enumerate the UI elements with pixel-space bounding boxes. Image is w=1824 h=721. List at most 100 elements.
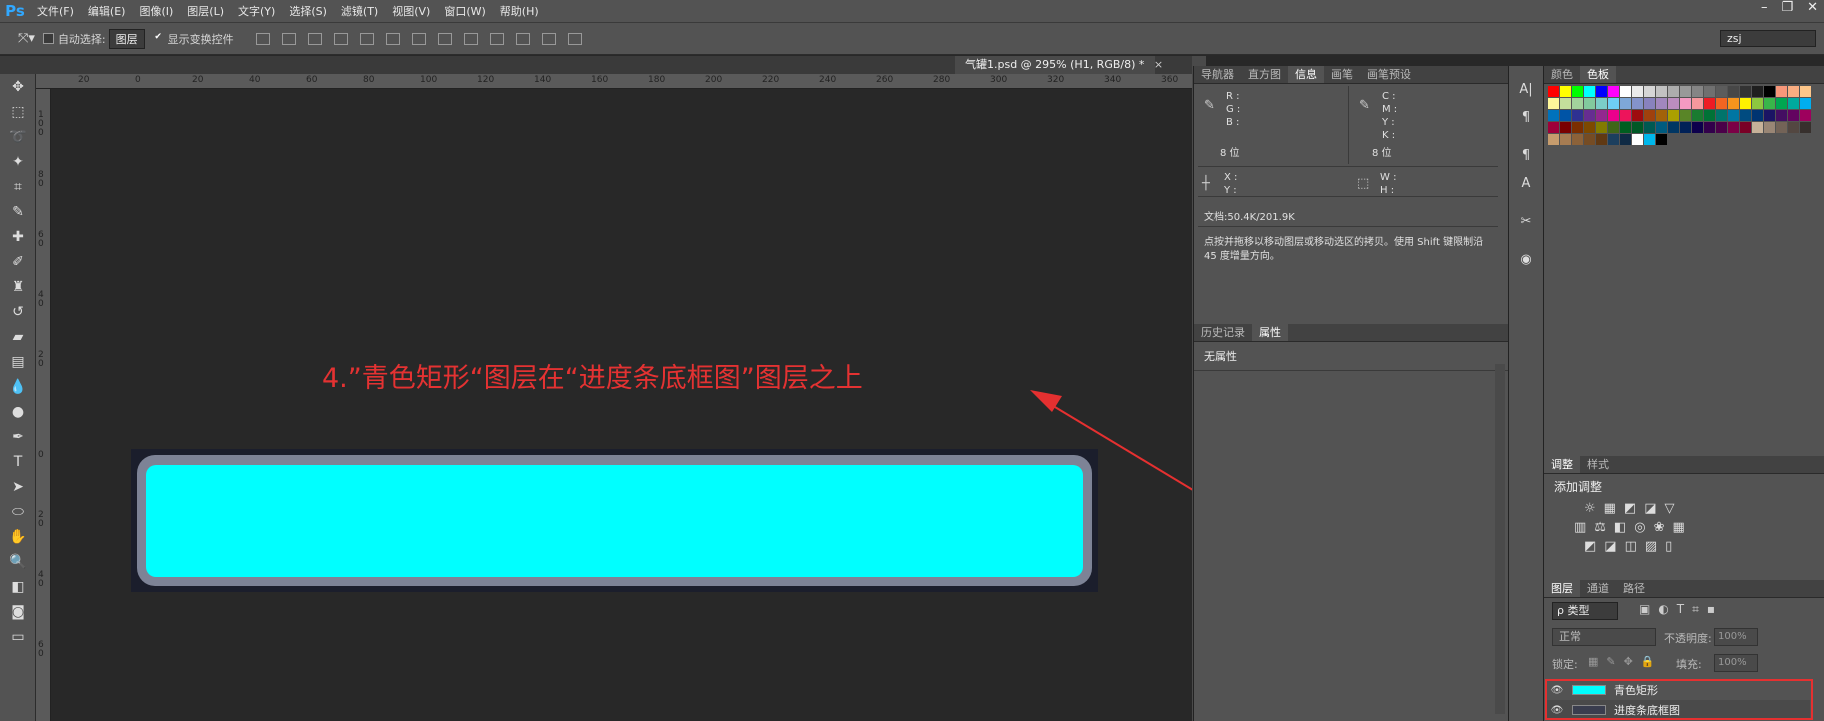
color-swatch[interactable] [1584,110,1595,121]
color-swatch[interactable] [1596,98,1607,109]
color-swatch[interactable] [1764,110,1775,121]
color-swatch[interactable] [1788,86,1799,97]
color-swatch[interactable] [1560,122,1571,133]
color-swatch[interactable] [1680,86,1691,97]
color-swatch[interactable] [1788,98,1799,109]
tab-paths[interactable]: 路径 [1616,580,1652,597]
tab-navigator[interactable]: 导航器 [1194,66,1241,83]
tab-swatches[interactable]: 色板 [1580,66,1616,83]
color-swatch[interactable] [1620,122,1631,133]
layer-filter-select[interactable]: ρ 类型 [1552,602,1618,620]
tab-history[interactable]: 历史记录 [1194,324,1252,341]
color-swatch[interactable] [1644,122,1655,133]
tab-styles[interactable]: 样式 [1580,456,1616,473]
color-swatch[interactable] [1752,86,1763,97]
color-swatch[interactable] [1560,110,1571,121]
color-swatch[interactable] [1620,110,1631,121]
color-swatch[interactable] [1632,122,1643,133]
color-swatch[interactable] [1668,110,1679,121]
color-swatch[interactable] [1692,110,1703,121]
color-swatch[interactable] [1752,110,1763,121]
color-swatch[interactable] [1632,110,1643,121]
color-swatch[interactable] [1776,86,1787,97]
plugin-ku-icon[interactable]: ◉ [1512,248,1540,272]
color-swatch[interactable] [1608,86,1619,97]
color-swatch[interactable] [1596,134,1607,145]
color-swatch[interactable] [1800,98,1811,109]
tab-channels[interactable]: 通道 [1580,580,1616,597]
tab-brush-presets[interactable]: 画笔预设 [1360,66,1418,83]
blend-mode-select[interactable]: 正常 [1552,628,1656,646]
color-swatch[interactable] [1644,134,1655,145]
color-swatch[interactable] [1704,86,1715,97]
layer-filter-icons[interactable]: ▣◐T⌗▪ [1639,602,1723,617]
color-swatch[interactable] [1644,110,1655,121]
color-swatch[interactable] [1644,98,1655,109]
tab-histogram[interactable]: 直方图 [1241,66,1288,83]
color-swatch[interactable] [1740,122,1751,133]
tab-color[interactable]: 颜色 [1544,66,1580,83]
color-swatch[interactable] [1776,98,1787,109]
color-swatch[interactable] [1656,122,1667,133]
color-swatch[interactable] [1740,110,1751,121]
color-swatch[interactable] [1740,86,1751,97]
color-swatch[interactable] [1560,86,1571,97]
color-swatch[interactable] [1716,122,1727,133]
color-swatch[interactable] [1668,122,1679,133]
color-swatch[interactable] [1596,122,1607,133]
swatch-grid[interactable] [1548,86,1818,146]
color-swatch[interactable] [1548,134,1559,145]
color-swatch[interactable] [1632,86,1643,97]
color-swatch[interactable] [1800,110,1811,121]
color-swatch[interactable] [1656,134,1667,145]
color-swatch[interactable] [1632,98,1643,109]
color-swatch[interactable] [1764,86,1775,97]
color-swatch[interactable] [1548,122,1559,133]
color-swatch[interactable] [1728,110,1739,121]
color-swatch[interactable] [1704,122,1715,133]
color-swatch[interactable] [1572,98,1583,109]
color-swatch[interactable] [1656,98,1667,109]
color-swatch[interactable] [1620,134,1631,145]
tab-brush[interactable]: 画笔 [1324,66,1360,83]
color-swatch[interactable] [1704,98,1715,109]
lock-icons[interactable]: ▦✎✥🔒 [1588,655,1663,668]
color-swatch[interactable] [1728,86,1739,97]
color-swatch[interactable] [1752,122,1763,133]
color-swatch[interactable] [1608,122,1619,133]
color-swatch[interactable] [1608,110,1619,121]
color-swatch[interactable] [1596,110,1607,121]
color-swatch[interactable] [1572,110,1583,121]
color-swatch[interactable] [1716,98,1727,109]
color-swatch[interactable] [1572,134,1583,145]
character-panel-icon[interactable]: A| [1512,78,1540,102]
color-swatch[interactable] [1584,98,1595,109]
properties-scrollbar[interactable] [1495,364,1505,714]
color-swatch[interactable] [1656,86,1667,97]
color-swatch[interactable] [1704,110,1715,121]
color-swatch[interactable] [1740,98,1751,109]
color-swatch[interactable] [1572,122,1583,133]
color-swatch[interactable] [1788,122,1799,133]
color-swatch[interactable] [1572,86,1583,97]
paragraph-styles-icon[interactable]: ¶ [1512,144,1540,168]
color-swatch[interactable] [1800,122,1811,133]
color-swatch[interactable] [1644,86,1655,97]
tool-presets-icon[interactable]: ✂ [1512,210,1540,234]
tab-properties[interactable]: 属性 [1252,324,1288,341]
color-swatch[interactable] [1608,98,1619,109]
color-swatch[interactable] [1632,134,1643,145]
paragraph-panel-icon[interactable]: ¶ [1512,106,1540,130]
color-swatch[interactable] [1584,122,1595,133]
color-swatch[interactable] [1764,98,1775,109]
color-swatch[interactable] [1680,98,1691,109]
color-swatch[interactable] [1668,86,1679,97]
color-swatch[interactable] [1716,86,1727,97]
tab-info[interactable]: 信息 [1288,66,1324,83]
color-swatch[interactable] [1728,98,1739,109]
color-swatch[interactable] [1800,86,1811,97]
color-swatch[interactable] [1776,110,1787,121]
tab-layers[interactable]: 图层 [1544,580,1580,597]
color-swatch[interactable] [1620,98,1631,109]
color-swatch[interactable] [1584,134,1595,145]
